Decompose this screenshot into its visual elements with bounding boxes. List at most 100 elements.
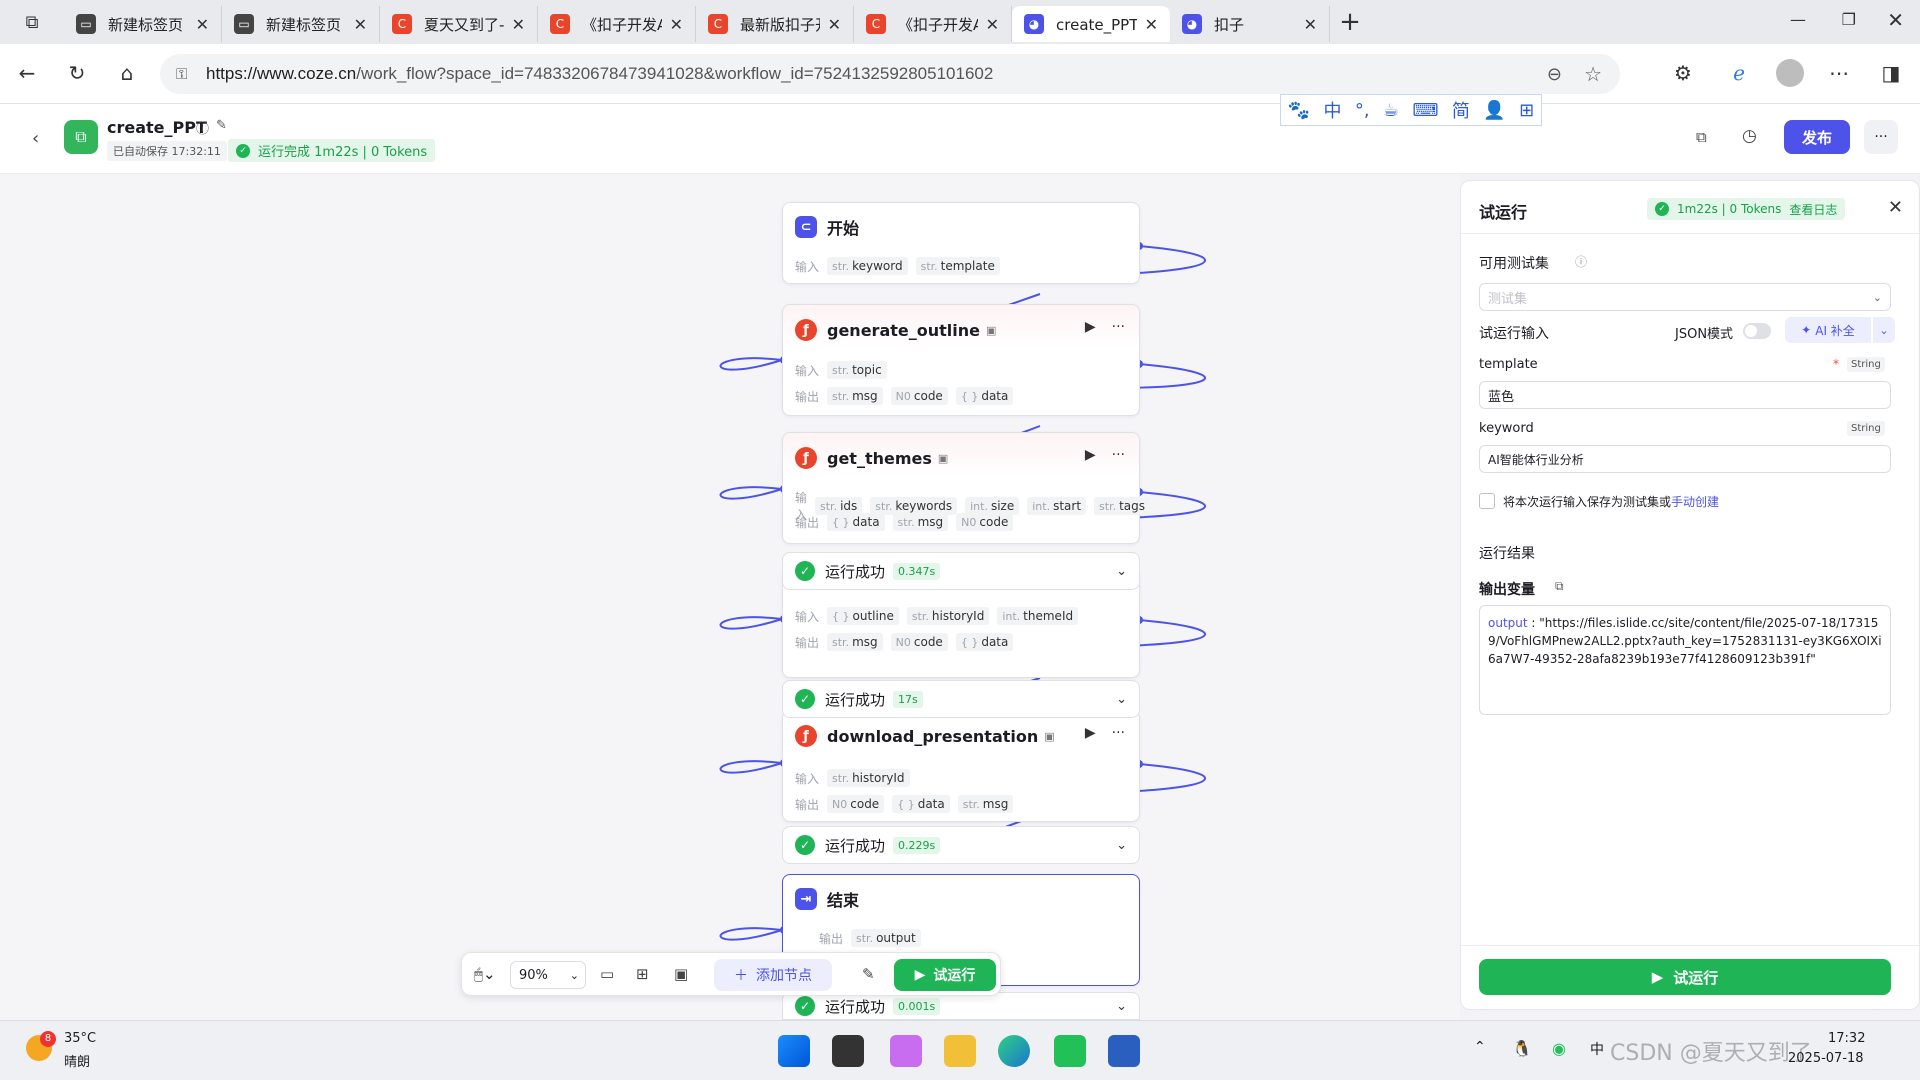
node-more-icon[interactable]: ··· xyxy=(1112,319,1125,335)
keyword-input[interactable]: AI智能体行业分析 xyxy=(1479,445,1891,473)
run-node-icon[interactable]: ▶ xyxy=(1085,447,1096,463)
help-icon[interactable]: ⓘ xyxy=(1575,253,1587,270)
ime-toolbar-item[interactable]: 中 xyxy=(1324,97,1342,123)
browser-tab[interactable]: ▭ 新建标签页 ✕ xyxy=(222,6,380,42)
ime-toolbar[interactable]: 🐾 中 °, ☕ ⌨ 简 👤 ⊞ xyxy=(1280,94,1542,126)
template-input[interactable]: 蓝色 xyxy=(1479,381,1891,409)
ime-tray-icon[interactable]: 中 xyxy=(1590,1039,1604,1059)
tray-chevron-icon[interactable]: ⌃ xyxy=(1474,1039,1486,1055)
ime-toolbar-item[interactable]: ⊞ xyxy=(1519,100,1534,121)
ime-toolbar-item[interactable]: 🐾 xyxy=(1288,100,1310,121)
wechat-icon[interactable] xyxy=(1054,1035,1086,1067)
close-tab-icon[interactable]: ✕ xyxy=(354,15,367,34)
node-more-icon[interactable]: ··· xyxy=(1112,447,1125,463)
browser-tab[interactable]: ◕ create_PPT - 工 ✕ xyxy=(1012,6,1170,42)
view-log-link[interactable]: 查看日志 xyxy=(1789,201,1837,218)
edge-copilot-icon[interactable]: ℯ xyxy=(1724,58,1754,88)
word-icon[interactable] xyxy=(1108,1035,1140,1067)
panel-run-button[interactable]: ▶ 试运行 xyxy=(1479,959,1891,995)
wechat-tray-icon[interactable]: ◉ xyxy=(1552,1039,1566,1058)
zoom-select[interactable]: 90% ⌄ xyxy=(510,961,586,989)
end-run-result[interactable]: ✓ 运行成功 0.001s ⌄ xyxy=(782,992,1140,1020)
generate-outline-node[interactable]: ƒ generate_outline ▣ ▶ ··· 输入 str. topic 输出 st… xyxy=(782,304,1140,416)
browser-tab[interactable]: C 夏天又到了-CS ✕ xyxy=(380,6,538,42)
home-icon[interactable]: ⌂ xyxy=(112,58,142,88)
url-field[interactable]: ⚿ https://www.coze.cn/work_flow?space_id… xyxy=(160,54,1620,94)
close-tab-icon[interactable]: ✕ xyxy=(196,15,209,34)
close-tab-icon[interactable]: ✕ xyxy=(986,15,999,34)
windows-start-icon[interactable] xyxy=(778,1035,810,1067)
edit-icon[interactable]: ✎ xyxy=(216,118,227,133)
close-tab-icon[interactable]: ✕ xyxy=(512,15,525,34)
manual-create-link[interactable]: 手动创建 xyxy=(1671,495,1719,509)
close-tab-icon[interactable]: ✕ xyxy=(1304,15,1317,34)
edge-browser-icon[interactable] xyxy=(998,1035,1030,1067)
close-window-button[interactable]: ✕ xyxy=(1887,8,1904,32)
generate-run-result[interactable]: ✓ 运行成功 17s ⌄ xyxy=(782,680,1140,718)
new-tab-button[interactable]: + xyxy=(1330,7,1370,37)
add-node-button[interactable]: ＋ 添加节点 xyxy=(714,959,832,991)
profile-avatar[interactable] xyxy=(1775,58,1805,88)
themes-run-result[interactable]: ✓ 运行成功 0.347s ⌄ xyxy=(782,552,1140,590)
sidebar-toggle-icon[interactable]: ◨ xyxy=(1876,58,1906,88)
history-icon[interactable]: ◷ xyxy=(1742,126,1757,146)
close-tab-icon[interactable]: ✕ xyxy=(670,15,683,34)
panel-summary-badge[interactable]: ✓ 1m22s | 0 Tokens 查看日志 xyxy=(1647,198,1846,220)
extensions-icon[interactable]: ⚙ xyxy=(1668,58,1698,88)
publish-button[interactable]: 发布 xyxy=(1784,120,1850,154)
maximize-button[interactable]: ❐ xyxy=(1842,10,1856,29)
output-box[interactable]: output : "https://files.islide.cc/site/c… xyxy=(1479,605,1891,715)
more-options-button[interactable]: ··· xyxy=(1864,120,1898,154)
browser-tab[interactable]: ▭ 新建标签页 ✕ xyxy=(64,6,222,42)
testset-select[interactable]: 测试集 ⌄ xyxy=(1479,283,1891,311)
layout-icon[interactable]: ⊞ xyxy=(636,965,649,983)
chevron-down-icon[interactable]: ⌄ xyxy=(1116,692,1127,707)
ai-fill-button[interactable]: ✦ AI 补全 xyxy=(1785,317,1871,343)
back-icon[interactable]: ← xyxy=(12,58,42,88)
close-panel-icon[interactable]: ✕ xyxy=(1888,197,1903,218)
close-tab-icon[interactable]: ✕ xyxy=(1145,15,1158,34)
ime-toolbar-item[interactable]: 简 xyxy=(1452,97,1470,123)
ime-toolbar-item[interactable]: ⌨ xyxy=(1413,100,1439,121)
debug-icon[interactable]: ✎ xyxy=(862,965,875,983)
json-mode-toggle[interactable] xyxy=(1743,323,1771,339)
chevron-down-icon[interactable]: ⌄ xyxy=(1116,564,1127,579)
qq-tray-icon[interactable]: 🐧 xyxy=(1512,1039,1532,1058)
download-presentation-node[interactable]: ƒ download_presentation ▣ ▶ ··· 输入 str. histo… xyxy=(782,710,1140,822)
get-themes-node[interactable]: ƒ get_themes ▣ ▶ ··· 输入 str. ids str. keywords i… xyxy=(782,432,1151,544)
favorite-star-icon[interactable]: ☆ xyxy=(1584,62,1602,87)
more-menu-icon[interactable]: ⋯ xyxy=(1824,58,1854,88)
copy-output-icon[interactable]: ⧉ xyxy=(1555,579,1564,594)
chevron-down-icon[interactable]: ⌄ xyxy=(1116,838,1127,853)
close-tab-icon[interactable]: ✕ xyxy=(828,15,841,34)
snipping-tool-icon[interactable] xyxy=(890,1035,922,1067)
comment-icon[interactable]: ▭ xyxy=(600,965,614,983)
browser-tab[interactable]: C 《扣子开发AI ✕ xyxy=(854,6,1012,42)
workflow-canvas[interactable]: ⊂ 开始 输入 str. keyword str. template ƒ generate_… xyxy=(0,174,1460,1020)
download-run-result[interactable]: ✓ 运行成功 0.229s ⌄ xyxy=(782,826,1140,864)
info-icon[interactable]: ⓘ xyxy=(196,118,209,137)
zoom-icon[interactable]: ⊖ xyxy=(1547,64,1562,85)
reload-icon[interactable]: ↻ xyxy=(62,58,92,88)
ime-toolbar-item[interactable]: 👤 xyxy=(1483,100,1505,121)
minimap-icon[interactable]: ▣ xyxy=(674,965,688,983)
clock-time[interactable]: 17:32 xyxy=(1828,1031,1865,1046)
ai-fill-dropdown[interactable]: ⌄ xyxy=(1873,317,1895,343)
browser-tab[interactable]: C 《扣子开发AI ✕ xyxy=(538,6,696,42)
browser-tab[interactable]: C 最新版扣子开发 ✕ xyxy=(696,6,854,42)
node-more-icon[interactable]: ··· xyxy=(1112,725,1125,741)
ime-toolbar-item[interactable]: °, xyxy=(1355,100,1370,121)
minimize-button[interactable]: — xyxy=(1790,10,1806,29)
chevron-down-icon[interactable]: ⌄ xyxy=(1116,999,1127,1014)
save-testset-checkbox[interactable] xyxy=(1479,493,1495,509)
clock-date[interactable]: 2025-07-18 xyxy=(1788,1051,1864,1066)
back-arrow-icon[interactable]: ‹ xyxy=(32,128,39,149)
workspaces-icon[interactable]: ⧉ xyxy=(0,0,64,44)
copy-icon[interactable]: ⧉ xyxy=(1696,128,1707,146)
task-view-icon[interactable] xyxy=(832,1035,864,1067)
mouse-mode-icon[interactable]: 🖱⌄ xyxy=(474,965,496,983)
browser-tab[interactable]: ◕ 扣子 ✕ xyxy=(1170,6,1330,42)
ime-toolbar-item[interactable]: ☕ xyxy=(1383,100,1399,121)
file-explorer-icon[interactable] xyxy=(944,1035,976,1067)
run-node-icon[interactable]: ▶ xyxy=(1085,725,1096,741)
